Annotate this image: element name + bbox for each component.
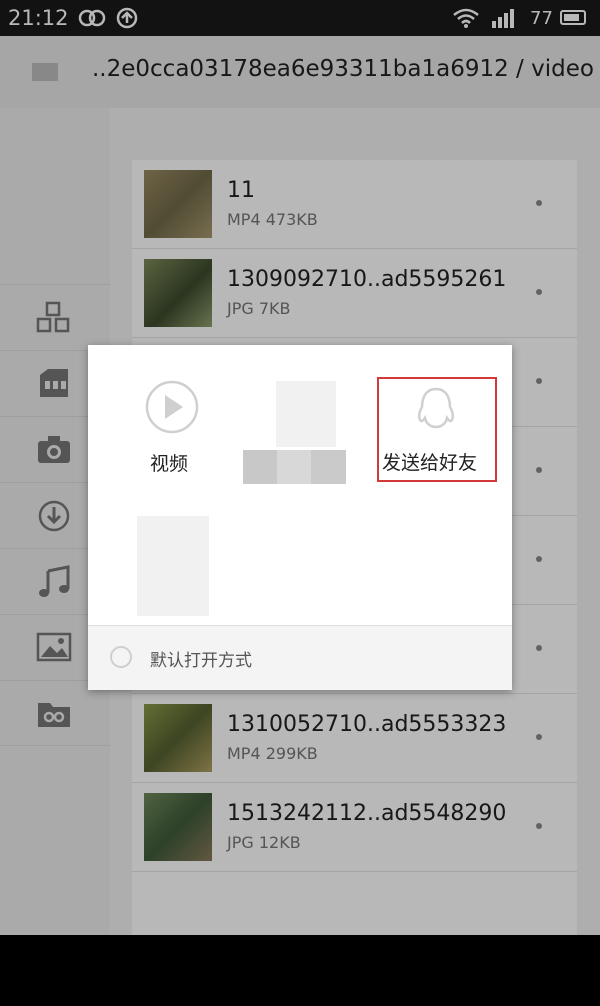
default-radio[interactable] xyxy=(110,646,132,668)
option-video[interactable]: 视频 xyxy=(128,375,218,485)
navigation-bar xyxy=(0,935,600,1006)
option-label: 视频 xyxy=(150,453,189,475)
default-option-row[interactable]: 默认打开方式 xyxy=(88,625,512,690)
open-with-dialog: 视频 发送给好友 默认打开方式 xyxy=(88,345,512,690)
blurred-app-icon xyxy=(137,516,209,616)
play-video-icon xyxy=(145,380,199,434)
screen: 21:12 77 ..2e0cca03178ea6e93311ba1a6912 … xyxy=(0,0,600,935)
blurred-app-label xyxy=(243,450,346,484)
option-blurred-app[interactable] xyxy=(133,510,213,620)
selection-highlight xyxy=(377,377,497,482)
blurred-app-icon xyxy=(276,381,336,447)
option-blurred-app[interactable] xyxy=(238,375,358,490)
default-label: 默认打开方式 xyxy=(150,651,252,671)
